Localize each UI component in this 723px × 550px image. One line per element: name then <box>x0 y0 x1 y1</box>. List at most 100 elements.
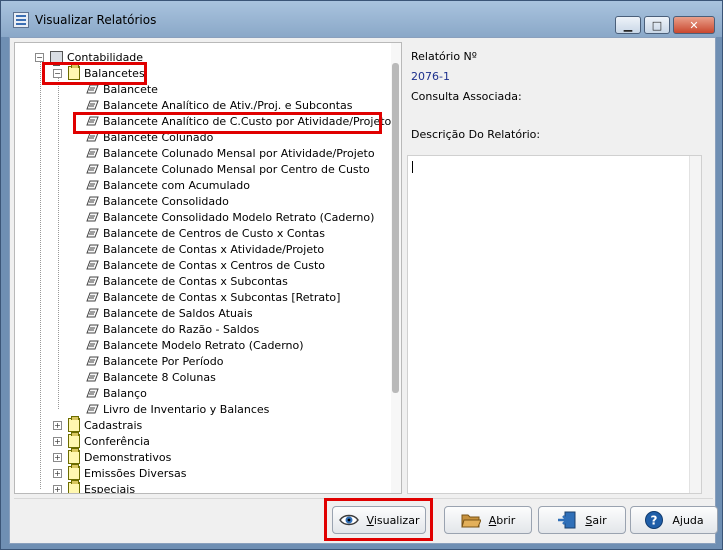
description-textarea[interactable] <box>407 155 702 494</box>
tree-report-label: Balancete de Centros de Custo x Contas <box>103 226 326 240</box>
svg-text:?: ? <box>651 514 658 528</box>
tree-group-collapsed[interactable]: + Demonstrativos <box>53 448 172 465</box>
app-icon <box>13 12 29 28</box>
ajuda-label: Ajuda <box>672 513 704 527</box>
close-button[interactable]: ✕ <box>673 16 715 34</box>
expand-icon[interactable]: + <box>53 452 62 462</box>
report-icon <box>85 243 99 255</box>
tree-report-item[interactable]: Balancete 8 Colunas <box>85 369 216 385</box>
tree-report-item[interactable]: Balancete Por Período <box>85 353 223 369</box>
tree-report-item[interactable]: Balancete de Contas x Subcontas [Retrato… <box>85 289 340 305</box>
report-icon <box>85 259 99 271</box>
scroll-thumb[interactable] <box>392 63 399 393</box>
report-icon <box>85 371 99 383</box>
tree-root-contabilidade[interactable]: − Contabilidade <box>35 49 144 66</box>
report-icon <box>85 115 99 127</box>
tree-group-collapsed[interactable]: + Emissões Diversas <box>53 464 186 481</box>
tree-report-item[interactable]: Balancete de Saldos Atuais <box>85 305 253 321</box>
text-caret <box>412 161 413 173</box>
collapse-icon[interactable]: − <box>35 52 44 62</box>
report-icon <box>85 323 99 335</box>
report-icon <box>85 275 99 287</box>
tree-group-label: Especiais <box>84 482 136 494</box>
tree-report-item[interactable]: Balancete de Contas x Centros de Custo <box>85 257 325 273</box>
expand-icon[interactable]: + <box>53 468 62 478</box>
tree-report-item[interactable]: Balancete Analítico de C.Custo por Ativi… <box>85 113 391 129</box>
folder-icon <box>68 480 80 493</box>
tree-report-item[interactable]: Balancete Colunado <box>85 129 213 145</box>
report-tree[interactable]: − Contabilidade − Balancetes Balancete Ba… <box>14 42 402 494</box>
tree-report-label: Balancete de Contas x Subcontas <box>103 274 288 288</box>
expand-icon[interactable]: + <box>53 436 62 446</box>
tree-group-label: Demonstrativos <box>84 450 172 464</box>
folder-icon <box>68 448 80 464</box>
tree-report-label: Balancete de Contas x Subcontas [Retrato… <box>103 290 341 304</box>
report-icon <box>85 339 99 351</box>
tree-report-item[interactable]: Balancete Consolidado <box>85 193 229 209</box>
maximize-button[interactable]: □ <box>644 16 670 34</box>
report-icon <box>85 387 99 399</box>
description-scrollbar[interactable] <box>689 156 701 493</box>
tree-group-collapsed[interactable]: + Conferência <box>53 432 150 449</box>
tree-report-item[interactable]: Balancete de Contas x Atividade/Projeto <box>85 241 324 257</box>
tree-scrollbar[interactable] <box>391 43 401 493</box>
tree-root-label: Contabilidade <box>67 50 144 64</box>
folder-icon <box>68 416 80 432</box>
report-number-value: 2076-1 <box>411 70 450 83</box>
tree-connector-line <box>58 73 59 409</box>
report-icon <box>85 179 99 191</box>
sair-label: Sair <box>585 513 607 527</box>
eye-icon <box>338 511 359 529</box>
tree-report-item[interactable]: Balancete do Razão - Saldos <box>85 321 259 337</box>
button-bar: Visualizar Abrir Sair ? Ajuda <box>14 498 718 541</box>
tree-report-item[interactable]: Balancete com Acumulado <box>85 177 250 193</box>
folder-icon <box>68 64 80 80</box>
minimize-button[interactable]: ▁ <box>615 16 641 34</box>
tree-group-balancetes[interactable]: − Balancetes <box>53 64 145 81</box>
abrir-label: Abrir <box>488 513 516 527</box>
tree-report-item[interactable]: Balancete Consolidado Modelo Retrato (Ca… <box>85 209 374 225</box>
tree-report-item[interactable]: Balancete Colunado Mensal por Atividade/… <box>85 145 375 161</box>
tree-report-label: Balanço <box>103 386 147 400</box>
abrir-button[interactable]: Abrir <box>444 506 532 534</box>
computer-icon <box>50 51 63 66</box>
visualizar-button[interactable]: Visualizar <box>332 506 426 534</box>
ajuda-button[interactable]: ? Ajuda <box>630 506 718 534</box>
expand-icon[interactable]: + <box>53 484 62 493</box>
tree-report-item[interactable]: Balancete de Contas x Subcontas <box>85 273 288 289</box>
tree-group-label: Balancetes <box>84 66 145 80</box>
report-icon <box>85 195 99 207</box>
tree-group-collapsed[interactable]: + Especiais <box>53 480 136 494</box>
tree-report-label: Balancete de Contas x Atividade/Projeto <box>103 242 325 256</box>
report-icon <box>85 131 99 143</box>
collapse-icon[interactable]: − <box>53 68 62 78</box>
main-window: Visualizar Relatórios ▁ □ ✕ − Contabilid… <box>0 0 723 550</box>
folder-icon <box>68 464 80 480</box>
tree-report-item[interactable]: Balancete de Centros de Custo x Contas <box>85 225 325 241</box>
expand-icon[interactable]: + <box>53 420 62 430</box>
tree-report-item[interactable]: Balancete Modelo Retrato (Caderno) <box>85 337 304 353</box>
report-icon <box>85 163 99 175</box>
tree-group-collapsed[interactable]: + Cadastrais <box>53 416 142 433</box>
report-number-label: Relatório Nº <box>411 50 477 63</box>
title-bar[interactable]: Visualizar Relatórios ▁ □ ✕ <box>1 1 722 37</box>
tree-report-label: Balancete do Razão - Saldos <box>103 322 260 336</box>
tree-report-label: Balancete de Saldos Atuais <box>103 306 253 320</box>
description-label: Descrição Do Relatório: <box>411 128 541 141</box>
tree-report-item[interactable]: Balancete Colunado Mensal por Centro de … <box>85 161 370 177</box>
tree-report-label: Livro de Inventario y Balances <box>103 402 270 416</box>
associated-query-label: Consulta Associada: <box>411 90 522 103</box>
tree-report-item[interactable]: Livro de Inventario y Balances <box>85 401 269 417</box>
tree-report-label: Balancete Colunado <box>103 130 214 144</box>
client-area: − Contabilidade − Balancetes Balancete Ba… <box>9 37 718 544</box>
tree-group-label: Conferência <box>84 434 150 448</box>
tree-report-label: Balancete de Contas x Centros de Custo <box>103 258 326 272</box>
visualizar-label: Visualizar <box>366 513 420 527</box>
tree-report-item[interactable]: Balanço <box>85 385 147 401</box>
sair-button[interactable]: Sair <box>538 506 626 534</box>
report-icon <box>85 211 99 223</box>
tree-report-item[interactable]: Balancete <box>85 81 158 97</box>
report-icon <box>85 355 99 367</box>
tree-report-label: Balancete Analítico de Ativ./Proj. e Sub… <box>103 98 353 112</box>
tree-report-item[interactable]: Balancete Analítico de Ativ./Proj. e Sub… <box>85 97 352 113</box>
